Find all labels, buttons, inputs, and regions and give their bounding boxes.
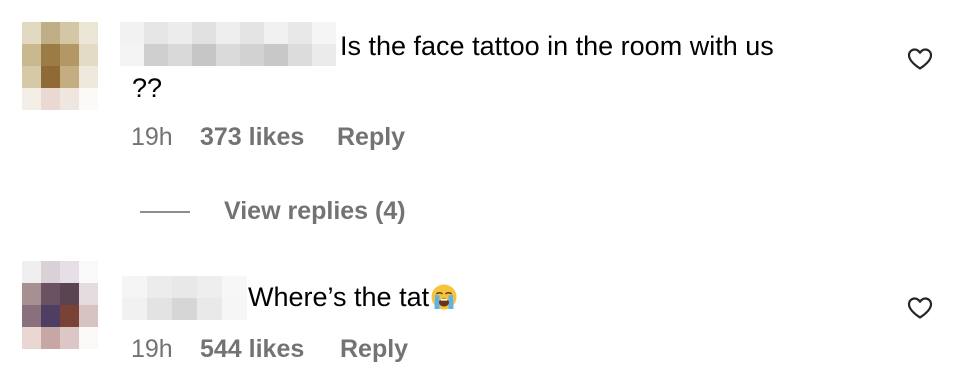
comment-timestamp[interactable]: 19h bbox=[131, 122, 173, 152]
username-blurred[interactable] bbox=[120, 22, 336, 66]
comment-text-line-1: Is the face tattoo in the room with us bbox=[340, 31, 774, 61]
replies-divider-line bbox=[140, 211, 190, 213]
comment-text-content: Where’s the tat bbox=[248, 282, 430, 312]
reply-button[interactable]: Reply bbox=[337, 122, 405, 152]
user-avatar[interactable] bbox=[22, 22, 98, 110]
loudly-crying-face-icon bbox=[430, 283, 458, 311]
comment-like-count[interactable]: 544 likes bbox=[200, 334, 304, 364]
comment-timestamp[interactable]: 19h bbox=[131, 334, 173, 364]
comment-text: Where’s the tat bbox=[248, 281, 458, 313]
comment-1: Is the face tattoo in the room with us ?… bbox=[0, 0, 960, 180]
like-heart-icon[interactable] bbox=[907, 47, 933, 71]
username-blurred[interactable] bbox=[122, 276, 248, 320]
comment-text-line-2: ?? bbox=[132, 73, 163, 103]
view-replies-button[interactable]: View replies (4) bbox=[224, 196, 406, 226]
comment-2: Where’s the tat 19h 544 likes Reply bbox=[0, 250, 960, 387]
comment-like-count[interactable]: 373 likes bbox=[200, 122, 304, 152]
like-heart-icon[interactable] bbox=[907, 296, 933, 320]
user-avatar[interactable] bbox=[22, 261, 98, 349]
reply-button[interactable]: Reply bbox=[340, 334, 408, 364]
